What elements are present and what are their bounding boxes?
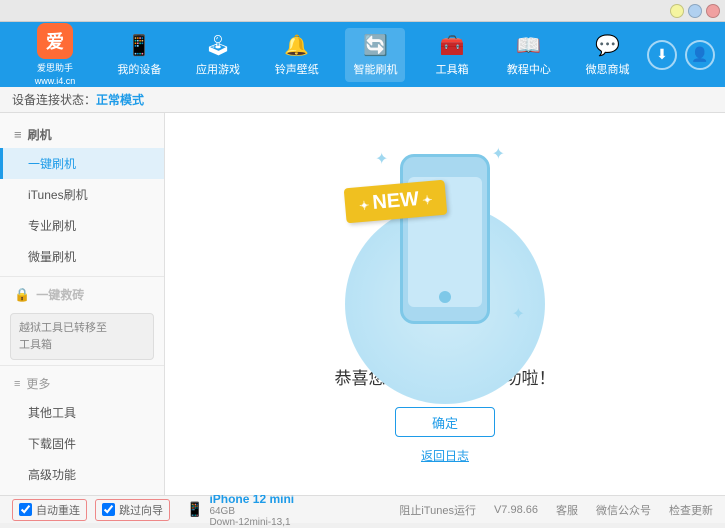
my-device-label: 我的设备	[117, 61, 161, 77]
user-button[interactable]: 👤	[685, 40, 715, 70]
version-label: V7.98.66	[494, 504, 538, 516]
wechat-store-icon: 💬	[595, 33, 620, 58]
nav-toolbox[interactable]: 🧰 工具箱	[424, 28, 480, 82]
confirm-button[interactable]: 确定	[395, 407, 495, 437]
wechat-link[interactable]: 微信公众号	[596, 502, 651, 518]
skip-wizard-checkbox[interactable]	[102, 503, 115, 516]
phone-body	[400, 154, 490, 324]
sparkle-1: ✦	[375, 149, 388, 169]
auto-connect-checkbox[interactable]	[19, 503, 32, 516]
nav-ringtones[interactable]: 🔔 铃声壁纸	[267, 28, 327, 82]
flash-group-title: ≡ 刷机	[0, 121, 164, 148]
ringtones-icon: 🔔	[284, 33, 309, 58]
device-section: 📱 iPhone 12 mini 64GB Down-12mini-13,1	[182, 492, 294, 528]
more-section: ≡ 更多 其他工具 下载固件 高级功能	[0, 365, 164, 490]
skip-wizard-label: 跳过向导	[119, 502, 163, 518]
sparkle-3: ✦	[512, 304, 525, 324]
stop-itunes-label: 阻止iTunes运行	[399, 502, 476, 518]
more-icon: ≡	[14, 378, 20, 390]
status-prefix: 设备连接状态：	[12, 91, 96, 108]
download-button[interactable]: ⬇	[647, 40, 677, 70]
maximize-button[interactable]	[688, 4, 702, 18]
skip-wizard-checkbox-item[interactable]: 跳过向导	[95, 499, 170, 521]
nav-wechat-store[interactable]: 💬 微思商城	[578, 28, 638, 82]
sidebar-item-micro-flash[interactable]: 微量刷机	[0, 241, 164, 272]
sidebar-item-advanced[interactable]: 高级功能	[0, 459, 164, 490]
my-device-icon: 📱	[127, 33, 152, 58]
device-info: iPhone 12 mini 64GB Down-12mini-13,1	[209, 492, 294, 528]
sidebar-item-one-key-flash[interactable]: 一键刷机	[0, 148, 164, 179]
logo-name: 爱思助手	[37, 61, 73, 74]
ringtones-label: 铃声壁纸	[275, 61, 319, 77]
close-button[interactable]	[706, 4, 720, 18]
phone-illustration-wrapper: ✦ ✦ ✦ NEW	[355, 144, 535, 364]
sidebar: ≡ 刷机 一键刷机 iTunes刷机 专业刷机 微量刷机 🔒 一键救砖 越狱工具…	[0, 113, 165, 495]
nav-app-games[interactable]: 🕹 应用游戏	[188, 28, 248, 82]
status-bar: 设备连接状态： 正常模式	[0, 87, 725, 113]
logo-url: www.i4.cn	[35, 76, 76, 86]
logo-area: 爱 爱思助手 www.i4.cn	[10, 23, 100, 86]
toolbox-label: 工具箱	[436, 61, 469, 77]
top-navigation: 爱 爱思助手 www.i4.cn 📱 我的设备 🕹 应用游戏 🔔 铃声壁纸 🔄 …	[0, 22, 725, 87]
bottombar-left: 自动重连 跳过向导 📱 iPhone 12 mini 64GB Down-12m…	[12, 492, 294, 528]
titlebar	[0, 0, 725, 22]
device-storage: 64GB	[209, 506, 294, 517]
bottom-bar: 自动重连 跳过向导 📱 iPhone 12 mini 64GB Down-12m…	[0, 495, 725, 523]
bottombar-right: 阻止iTunes运行 V7.98.66 客服 微信公众号 检查更新	[399, 502, 713, 518]
sidebar-item-other-tools[interactable]: 其他工具	[0, 397, 164, 428]
rescue-section: 🔒 一键救砖 越狱工具已转移至 工具箱	[0, 276, 164, 360]
main-layout: ≡ 刷机 一键刷机 iTunes刷机 专业刷机 微量刷机 🔒 一键救砖 越狱工具…	[0, 113, 725, 495]
support-link[interactable]: 客服	[556, 502, 578, 518]
nav-items: 📱 我的设备 🕹 应用游戏 🔔 铃声壁纸 🔄 智能刷机 🧰 工具箱 📖 教程中心…	[100, 28, 647, 82]
sparkle-2: ✦	[492, 144, 505, 164]
nav-right: ⬇ 👤	[647, 40, 715, 70]
tutorials-icon: 📖	[516, 33, 541, 58]
bottom-left-actions: 自动重连 跳过向导	[12, 499, 170, 521]
wechat-store-label: 微思商城	[586, 61, 630, 77]
nav-my-device[interactable]: 📱 我的设备	[109, 28, 169, 82]
app-games-icon: 🕹	[205, 33, 230, 58]
nav-tutorials[interactable]: 📖 教程中心	[499, 28, 559, 82]
toolbox-icon: 🧰	[440, 33, 465, 58]
smart-flash-label: 智能刷机	[353, 61, 397, 77]
minimize-button[interactable]	[670, 4, 684, 18]
smart-flash-icon: 🔄	[363, 33, 388, 58]
auto-connect-label: 自动重连	[36, 502, 80, 518]
notice-box: 越狱工具已转移至 工具箱	[10, 313, 154, 360]
check-update-link[interactable]: 检查更新	[669, 502, 713, 518]
device-model: Down-12mini-13,1	[209, 517, 294, 528]
phone-illustration: ✦ ✦ ✦ NEW	[355, 144, 535, 344]
more-group-title: ≡ 更多	[0, 370, 164, 397]
tutorials-label: 教程中心	[507, 61, 551, 77]
sidebar-item-pro-flash[interactable]: 专业刷机	[0, 210, 164, 241]
nav-smart-flash[interactable]: 🔄 智能刷机	[345, 28, 405, 82]
sidebar-item-download-firmware[interactable]: 下载固件	[0, 428, 164, 459]
phone-home-button	[439, 291, 451, 303]
sidebar-item-itunes-flash[interactable]: iTunes刷机	[0, 179, 164, 210]
logo-icon: 爱	[37, 23, 73, 59]
go-home-link[interactable]: 返回日志	[421, 447, 469, 464]
flash-group-icon: ≡	[14, 127, 22, 142]
content-area: ✦ ✦ ✦ NEW 恭喜您，保资料刷机成功啦！ 确定 返回日志	[165, 113, 725, 495]
auto-connect-checkbox-item[interactable]: 自动重连	[12, 499, 87, 521]
rescue-icon: 🔒	[14, 287, 30, 303]
rescue-group-title: 🔒 一键救砖	[0, 281, 164, 308]
app-games-label: 应用游戏	[196, 61, 240, 77]
status-mode: 正常模式	[96, 91, 144, 108]
device-phone-icon: 📱	[186, 501, 203, 518]
